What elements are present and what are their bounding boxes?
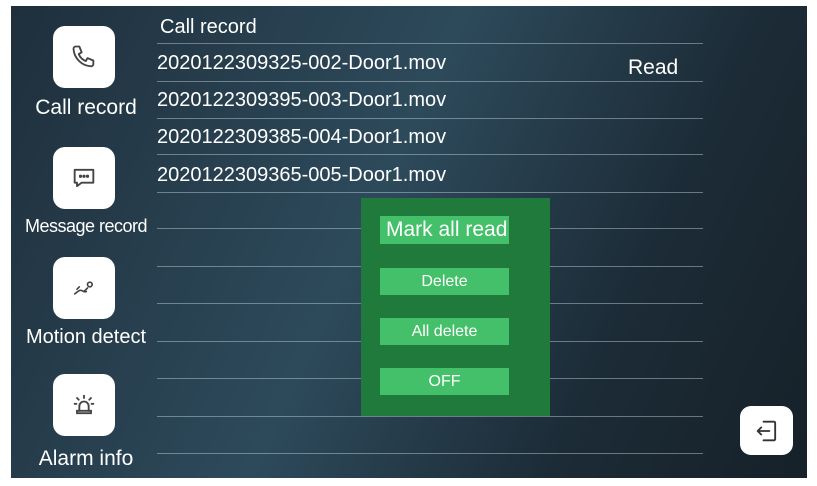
sidebar-item-alarm-info[interactable]: Alarm info	[11, 366, 161, 478]
sidebar-item-call-record[interactable]: Call record	[11, 6, 161, 131]
record-item[interactable]: 2020122309325-002-Door1.mov	[157, 52, 446, 75]
record-read-status: Read	[628, 56, 679, 79]
page-title: Call record	[160, 16, 257, 38]
alarm-info-button[interactable]	[53, 374, 115, 436]
record-item[interactable]: 2020122309385-004-Door1.mov	[157, 126, 446, 149]
call-record-button[interactable]	[53, 26, 115, 88]
sidebar-item-label: Alarm info	[38, 447, 134, 470]
screen: Call record Message record Motion detect…	[11, 6, 807, 478]
message-record-button[interactable]	[53, 147, 115, 209]
exit-button[interactable]	[740, 406, 793, 455]
divider	[157, 43, 703, 44]
record-item[interactable]: 2020122309395-003-Door1.mov	[157, 89, 446, 112]
divider	[157, 81, 703, 82]
sidebar-item-label: Motion detect	[25, 326, 147, 348]
mark-all-read-button[interactable]: Mark all read	[380, 216, 509, 244]
divider	[157, 154, 703, 155]
message-icon	[73, 168, 95, 188]
sidebar-item-motion-detect[interactable]: Motion detect	[11, 246, 161, 356]
alarm-icon	[73, 394, 95, 415]
context-menu: Mark all read Delete All delete OFF	[361, 198, 550, 416]
sidebar-item-label: Message record	[24, 216, 148, 236]
all-delete-button[interactable]: All delete	[380, 318, 509, 345]
divider	[157, 192, 703, 193]
sidebar-item-label: Call record	[35, 96, 137, 119]
motion-icon	[73, 281, 93, 295]
motion-detect-button[interactable]	[53, 257, 115, 319]
divider	[157, 416, 703, 417]
divider	[157, 118, 703, 119]
off-button[interactable]: OFF	[380, 368, 509, 395]
sidebar-item-message-record[interactable]: Message record	[11, 136, 161, 246]
delete-button[interactable]: Delete	[380, 268, 509, 295]
divider	[157, 453, 703, 454]
exit-icon	[756, 420, 776, 441]
record-item[interactable]: 2020122309365-005-Door1.mov	[157, 164, 446, 187]
phone-icon	[72, 45, 95, 68]
